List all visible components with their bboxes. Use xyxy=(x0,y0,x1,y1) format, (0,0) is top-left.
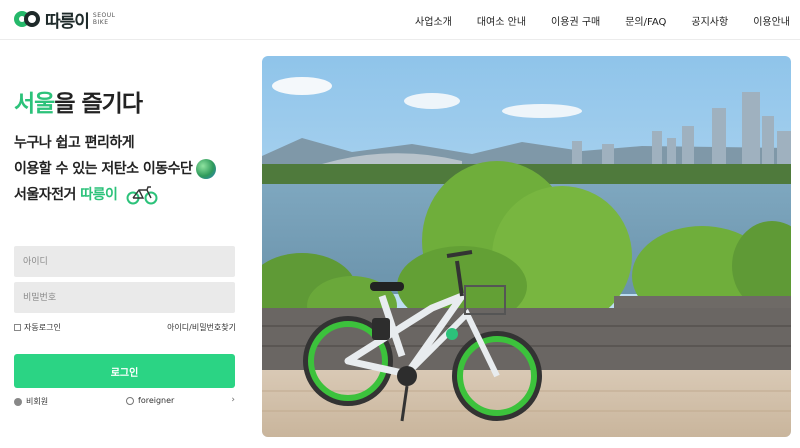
main-nav: 사업소개 대여소 안내 이용권 구매 문의/FAQ 공지사항 이용안내 xyxy=(390,0,790,40)
logo[interactable]: 따릉이 SEOUL BIKE xyxy=(14,6,115,32)
auto-login-checkbox[interactable] xyxy=(14,324,21,331)
login-button[interactable]: 로그인 xyxy=(14,354,235,388)
hero-image xyxy=(262,56,791,437)
logo-sub-bike: BIKE xyxy=(92,19,109,26)
nav-item-faq[interactable]: 문의/FAQ xyxy=(625,13,666,28)
tagline-line-2: 이용할 수 있는 저탄소 이동수단 xyxy=(14,156,217,182)
tagline: 누구나 쉽고 편리하게 이용할 수 있는 저탄소 이동수단 서울자전거 따릉이 xyxy=(14,130,217,208)
headline-rest: 을 즐기다 xyxy=(54,91,143,117)
foreigner-link[interactable]: foreigner xyxy=(126,396,174,405)
foreigner-label: foreigner xyxy=(138,396,175,405)
nav-item-stations[interactable]: 대여소 안내 xyxy=(477,13,526,28)
nav-item-ticket-purchase[interactable]: 이용권 구매 xyxy=(551,13,600,28)
tagline-line-2-text: 이용할 수 있는 저탄소 이동수단 xyxy=(14,161,193,177)
nav-item-business[interactable]: 사업소개 xyxy=(415,13,452,28)
find-id-password-link[interactable]: 아이디/비밀번호찾기 xyxy=(167,322,236,333)
logo-subtitle: SEOUL BIKE xyxy=(93,12,116,26)
logo-mark-icon xyxy=(14,11,40,27)
auto-login-toggle[interactable]: 자동로그인 xyxy=(14,322,61,333)
auto-login-label: 자동로그인 xyxy=(24,323,61,332)
tagline-line-3-text: 서울자전거 xyxy=(14,187,81,203)
login-panel: 서울을 즐기다 누구나 쉽고 편리하게 이용할 수 있는 저탄소 이동수단 서울… xyxy=(14,40,236,448)
id-input[interactable] xyxy=(14,246,235,277)
nav-item-notices[interactable]: 공지사항 xyxy=(691,13,728,28)
chevron-right-icon[interactable]: › xyxy=(231,395,235,405)
bicycle-icon xyxy=(126,186,158,205)
nav-item-usage-guide[interactable]: 이용안내 xyxy=(753,13,790,28)
nonmember-label: 비회원 xyxy=(26,397,49,406)
tagline-brand: 따릉이 xyxy=(80,187,118,203)
alt-login-links: 비회원 foreigner › xyxy=(14,395,235,410)
tagline-line-3: 서울자전거 따릉이 xyxy=(14,182,216,208)
password-input[interactable] xyxy=(14,282,235,313)
nonmember-link[interactable]: 비회원 xyxy=(14,396,48,407)
headline-accent: 서울 xyxy=(14,91,55,117)
logo-text: 따릉이 xyxy=(45,11,90,32)
hero-scene-illustration xyxy=(262,56,791,437)
tagline-line-1: 누구나 쉽고 편리하게 xyxy=(14,135,135,151)
site-header: 따릉이 SEOUL BIKE 사업소개 대여소 안내 이용권 구매 문의/FAQ… xyxy=(0,0,800,40)
person-icon xyxy=(14,397,22,406)
page-headline: 서울을 즐기다 xyxy=(14,84,143,118)
globe-icon xyxy=(196,159,217,179)
globe-small-icon xyxy=(126,396,134,405)
logo-sub-seoul: SEOUL xyxy=(92,12,116,19)
